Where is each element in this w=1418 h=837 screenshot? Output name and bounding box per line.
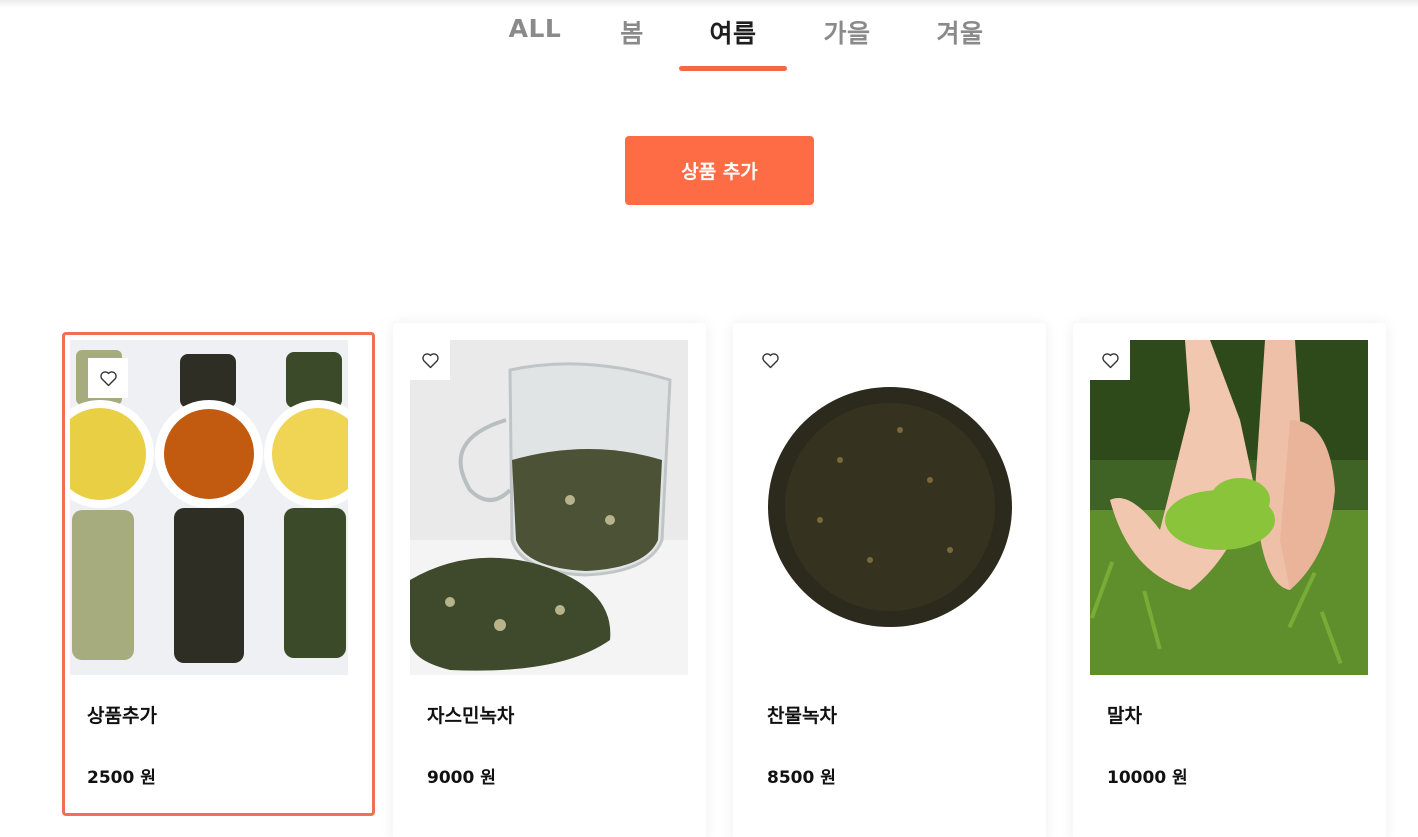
product-price: 10000 원 <box>1107 768 1188 788</box>
product-image <box>1090 340 1368 675</box>
tab-summer[interactable]: 여름 <box>705 14 761 54</box>
tab-all[interactable]: ALL <box>508 14 562 54</box>
product-price: 9000 원 <box>427 768 496 788</box>
product-price: 2500 원 <box>87 768 156 788</box>
product-name: 말차 <box>1107 705 1142 727</box>
product-name: 상품추가 <box>87 705 157 727</box>
favorite-heart-icon[interactable] <box>88 358 128 398</box>
favorite-heart-icon[interactable] <box>1090 340 1130 380</box>
product-name: 자스민녹차 <box>427 705 515 727</box>
product-image <box>410 340 688 675</box>
tab-winter[interactable]: 겨울 <box>932 14 988 54</box>
favorite-heart-icon[interactable] <box>750 340 790 380</box>
active-tab-indicator <box>679 66 787 71</box>
product-image <box>750 340 1028 675</box>
product-name: 찬물녹차 <box>767 705 837 727</box>
product-card-2[interactable]: 자스민녹차 9000 원 <box>393 323 706 837</box>
tab-spring[interactable]: 봄 <box>617 14 647 54</box>
top-shadow <box>0 0 1418 8</box>
product-card-4[interactable]: 말차 10000 원 <box>1073 323 1386 837</box>
tab-autumn[interactable]: 가을 <box>819 14 875 54</box>
product-price: 8500 원 <box>767 768 836 788</box>
add-product-button[interactable]: 상품 추가 <box>625 136 814 205</box>
product-card-3[interactable]: 찬물녹차 8500 원 <box>733 323 1046 837</box>
season-tabs: ALL 봄 여름 가을 겨울 <box>0 12 1418 74</box>
product-card-1[interactable]: 상품추가 2500 원 <box>62 332 375 816</box>
favorite-heart-icon[interactable] <box>410 340 450 380</box>
